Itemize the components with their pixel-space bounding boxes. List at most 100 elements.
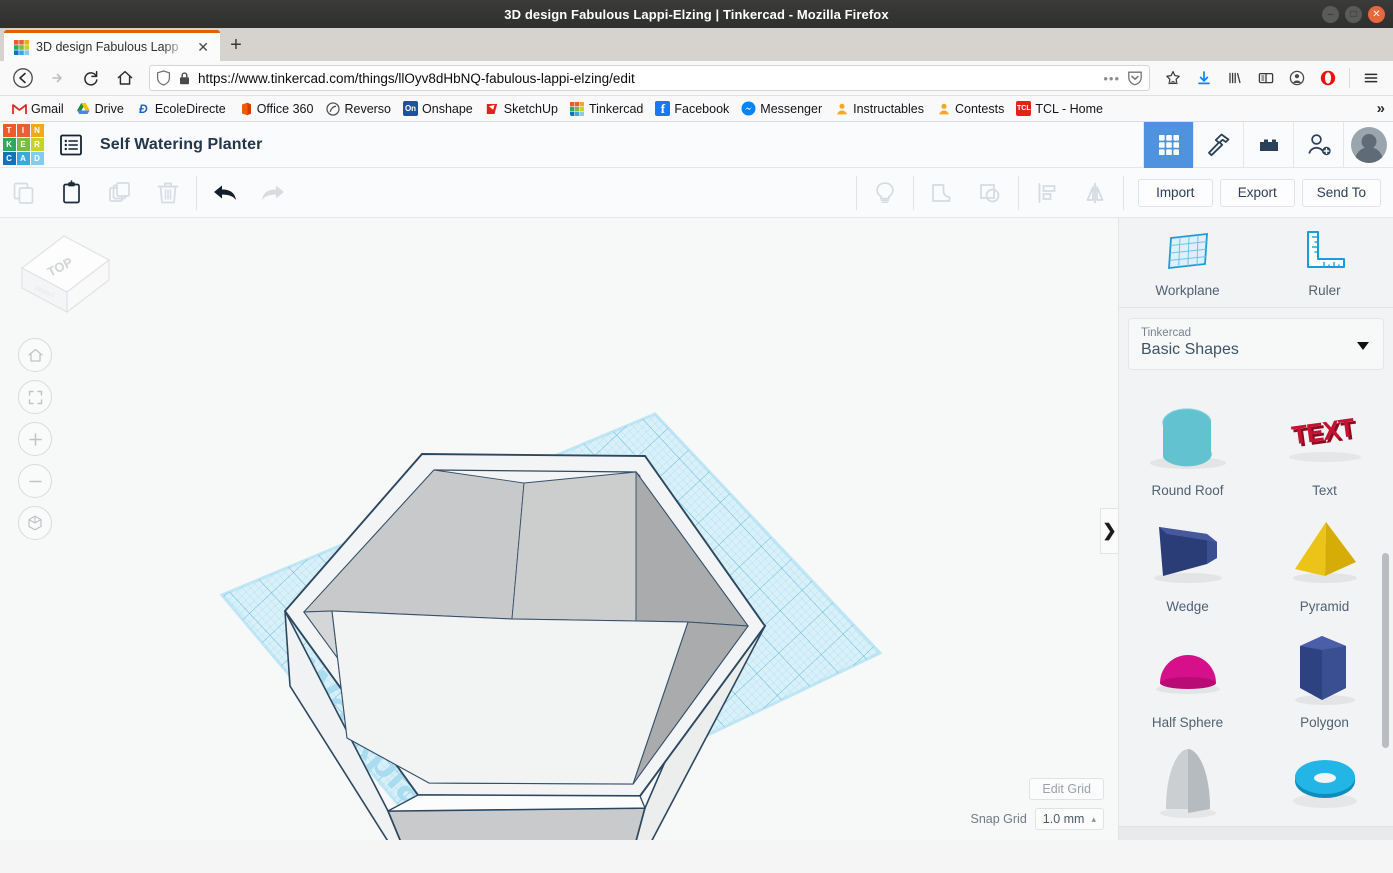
chevron-up-icon: ▴ — [1091, 813, 1096, 824]
tinkercad-header: T I N K E R C A D Self Watering Planter — [0, 122, 1393, 168]
pocket-icon[interactable] — [1127, 70, 1143, 86]
undo-icon[interactable] — [201, 168, 249, 218]
bookmark-tcl-home[interactable]: TCL TCL - Home — [1010, 99, 1109, 118]
library-name: Basic Shapes — [1141, 341, 1239, 358]
home-button[interactable] — [109, 63, 141, 93]
toolbar-divider — [912, 175, 914, 210]
bookmark-reverso[interactable]: Reverso — [319, 99, 397, 118]
bookmark-tinkercad[interactable]: Tinkercad — [564, 99, 649, 118]
tracking-protection-shield-icon[interactable] — [156, 70, 171, 86]
opera-extension-icon[interactable] — [1313, 63, 1343, 93]
shape-item-text[interactable]: TEXT TEXT Text — [1256, 382, 1393, 498]
minimize-button[interactable]: – — [1322, 5, 1339, 23]
contests-icon — [936, 101, 951, 116]
edit-grid-button[interactable]: Edit Grid — [1029, 778, 1104, 800]
bookmark-label: Instructables — [853, 101, 924, 116]
project-list-icon[interactable] — [58, 132, 84, 158]
light-bulb-icon[interactable] — [861, 168, 909, 218]
panel-scrollbar-thumb[interactable] — [1382, 553, 1389, 748]
close-button[interactable]: ✕ — [1368, 5, 1385, 23]
facebook-icon: f — [655, 101, 671, 116]
bookmark-messenger[interactable]: Messenger — [735, 99, 828, 118]
shape-item-paraboloid[interactable] — [1119, 730, 1256, 826]
invite-user-icon[interactable] — [1293, 122, 1343, 168]
shape-item-round-roof[interactable]: Round Roof — [1119, 382, 1256, 498]
bookmark-office360[interactable]: Office 360 — [232, 99, 320, 118]
duplicate-icon[interactable] — [96, 168, 144, 218]
library-select[interactable]: Tinkercad Basic Shapes — [1128, 318, 1384, 370]
tcl-icon: TCL — [1016, 101, 1032, 116]
wedge-shape — [1119, 498, 1256, 603]
shape-row: Wedge Pyramid — [1119, 498, 1393, 614]
codeblocks-hammer-icon[interactable] — [1193, 122, 1243, 168]
group-icon[interactable] — [918, 168, 966, 218]
export-button[interactable]: Export — [1219, 178, 1295, 207]
bookmark-label: Tinkercad — [588, 101, 644, 116]
maximize-button[interactable]: □ — [1345, 5, 1362, 23]
logo-tile: R — [30, 138, 44, 151]
blocks-icon[interactable] — [1243, 122, 1293, 168]
delete-icon[interactable] — [144, 168, 192, 218]
mirror-icon[interactable] — [1071, 168, 1119, 218]
reverso-icon — [325, 101, 340, 116]
tab-close-icon[interactable]: ✕ — [194, 39, 212, 55]
3d-model-scene[interactable]: Workplane — [0, 218, 1118, 840]
redo-icon[interactable] — [249, 168, 297, 218]
user-avatar[interactable] — [1343, 122, 1393, 168]
account-icon[interactable] — [1282, 63, 1312, 93]
bookmark-contests[interactable]: Contests — [930, 99, 1010, 118]
shape-row — [1119, 730, 1393, 826]
shape-item-half-sphere[interactable]: Half Sphere — [1119, 614, 1256, 730]
back-button[interactable] — [7, 63, 39, 93]
shape-item-torus[interactable] — [1256, 730, 1393, 826]
bookmark-ecoledirecte[interactable]: Ɖ EcoleDirecte — [130, 99, 232, 118]
3d-canvas[interactable]: TOP FRONT Edit Grid Snap Grid 1.0 mm ▴ ❯ — [0, 218, 1118, 840]
tinkercad-logo[interactable]: T I N K E R C A D — [0, 122, 46, 168]
shape-item-polygon[interactable]: Polygon — [1256, 614, 1393, 730]
reload-button[interactable] — [75, 63, 107, 93]
align-icon[interactable] — [1023, 168, 1071, 218]
sidebar-icon[interactable] — [1251, 63, 1281, 93]
ruler-tool[interactable]: Ruler — [1256, 218, 1393, 307]
shape-item-pyramid[interactable]: Pyramid — [1256, 498, 1393, 614]
chevron-down-icon[interactable] — [1357, 342, 1369, 350]
logo-tile: T — [2, 124, 16, 137]
page-actions-icon[interactable]: ••• — [1103, 71, 1120, 86]
bookmark-sketchup[interactable]: SketchUp — [479, 99, 564, 118]
browser-tab[interactable]: 3D design Fabulous Lapp ✕ — [4, 30, 220, 61]
bookmark-instructables[interactable]: Instructables — [828, 99, 930, 118]
library-icon[interactable] — [1220, 63, 1250, 93]
bookmark-onshape[interactable]: On Onshape — [397, 99, 479, 118]
forward-button[interactable] — [41, 63, 73, 93]
copy-icon[interactable] — [0, 168, 48, 218]
grid-view-icon[interactable] — [1143, 122, 1193, 168]
text-shape: TEXT TEXT — [1256, 382, 1393, 487]
window-title: 3D design Fabulous Lappi-Elzing | Tinker… — [504, 6, 889, 22]
toolbar-divider — [196, 175, 197, 210]
shape-item-wedge[interactable]: Wedge — [1119, 498, 1256, 614]
bookmarks-overflow-icon[interactable]: » — [1377, 100, 1385, 117]
bookmark-gmail[interactable]: Gmail — [6, 99, 70, 118]
workplane-tool[interactable]: Workplane — [1119, 218, 1256, 307]
shape-row: Half Sphere Polygon — [1119, 614, 1393, 730]
downloads-icon[interactable] — [1189, 63, 1219, 93]
project-name[interactable]: Self Watering Planter — [100, 136, 262, 154]
new-tab-button[interactable]: + — [220, 30, 252, 61]
bookmark-facebook[interactable]: f Facebook — [649, 99, 735, 118]
padlock-icon[interactable] — [178, 71, 191, 86]
paste-icon[interactable] — [48, 168, 96, 218]
snap-grid-select[interactable]: 1.0 mm ▴ — [1034, 808, 1104, 830]
send-to-button[interactable]: Send To — [1301, 178, 1381, 207]
url-bar[interactable]: https://www.tinkercad.com/things/llOyv8d… — [149, 65, 1150, 91]
ungroup-icon[interactable] — [966, 168, 1014, 218]
logo-tile: A — [16, 152, 30, 165]
bookmark-drive[interactable]: Drive — [70, 99, 130, 118]
logo-tile: C — [2, 152, 16, 165]
bookmark-star-icon[interactable] — [1158, 63, 1188, 93]
import-button[interactable]: Import — [1137, 178, 1213, 207]
shape-label: Half Sphere — [1151, 715, 1224, 730]
hamburger-menu-icon[interactable] — [1356, 63, 1386, 93]
panel-toggle-button[interactable]: ❯ — [1100, 508, 1118, 554]
url-text[interactable]: https://www.tinkercad.com/things/llOyv8d… — [198, 71, 1096, 86]
torus-shape — [1256, 730, 1393, 826]
